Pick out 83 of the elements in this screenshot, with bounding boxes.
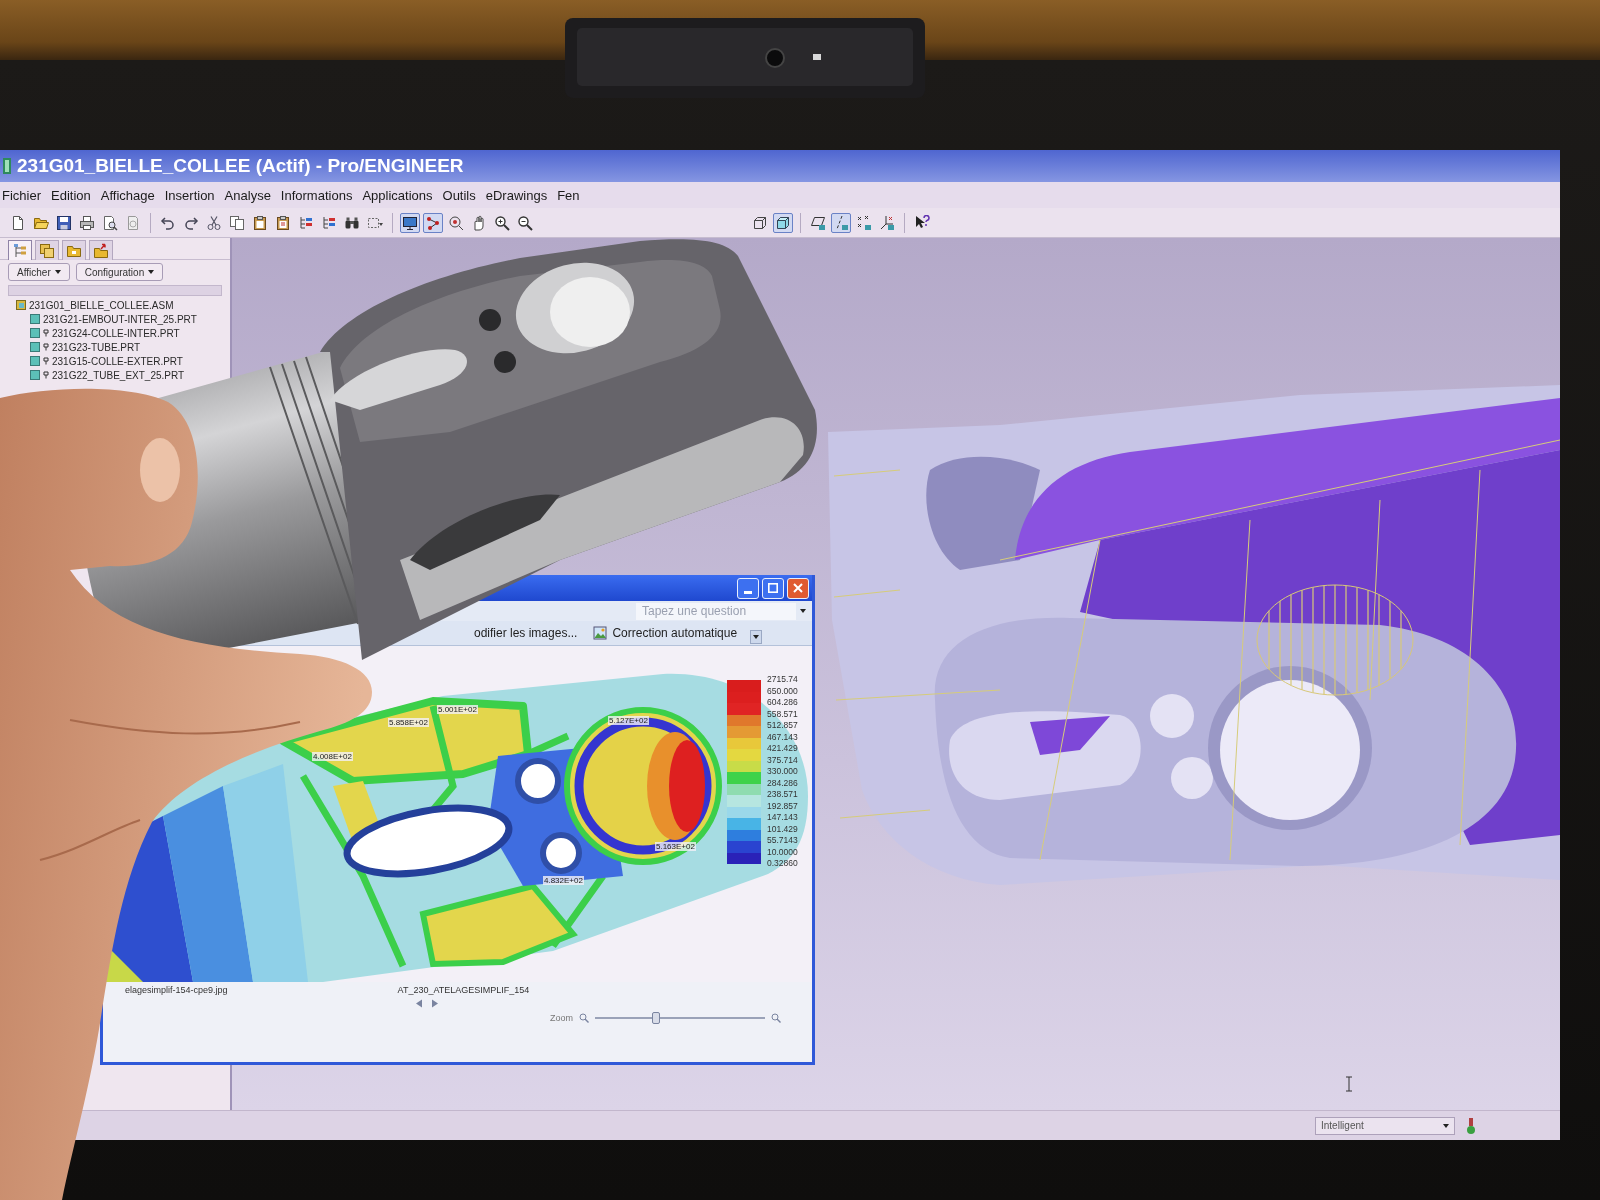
navigator-tab[interactable] bbox=[62, 240, 86, 260]
file-name: elagesimplif-154-cpe9.jpg bbox=[125, 985, 228, 995]
slider-thumb[interactable] bbox=[652, 1012, 661, 1024]
magnifier-icon[interactable] bbox=[579, 1013, 589, 1023]
previous-arrow-icon[interactable] bbox=[415, 999, 423, 1008]
assembly-icon bbox=[16, 300, 26, 310]
legend-value: 512.857 bbox=[767, 720, 798, 732]
menu-item[interactable]: Insertion bbox=[164, 187, 215, 203]
text-cursor-icon bbox=[1345, 1076, 1353, 1092]
folder-arrow-icon bbox=[93, 242, 109, 259]
legend-value: 421.429 bbox=[767, 743, 798, 755]
tree-item[interactable]: 231G15-COLLE-EXTER.PRT bbox=[52, 355, 183, 367]
legend-value: 0.32860 bbox=[767, 858, 798, 870]
hole bbox=[479, 309, 501, 331]
legend-value: 604.286 bbox=[767, 697, 798, 709]
plot-annotation: 5.858E+02 bbox=[388, 718, 429, 727]
caret-icon bbox=[148, 270, 155, 274]
legend-value: 2715.74 bbox=[767, 674, 798, 686]
legend-value: 375.714 bbox=[767, 754, 798, 766]
menu-item[interactable]: Informations bbox=[280, 187, 353, 203]
layers-icon bbox=[39, 242, 55, 259]
legend-value: 330.000 bbox=[767, 766, 798, 778]
plot-annotation: 4.008E+02 bbox=[312, 752, 353, 761]
menu-item[interactable]: eDrawings bbox=[485, 187, 548, 203]
menu-item[interactable]: Outils bbox=[442, 187, 476, 203]
legend-value: 558.571 bbox=[767, 708, 798, 720]
file-name: AT_230_ATELAGESIMPLIF_154 bbox=[397, 985, 530, 995]
tree-item[interactable]: 231G23-TUBE.PRT bbox=[52, 341, 141, 353]
dropdown-button[interactable]: Afficher bbox=[8, 263, 70, 281]
legend-value: 238.571 bbox=[767, 789, 798, 801]
menu-item[interactable]: Affichage bbox=[100, 187, 155, 203]
navigator-tab[interactable] bbox=[35, 240, 59, 260]
caret-icon bbox=[753, 635, 760, 639]
picture-icon bbox=[593, 626, 608, 640]
caret-icon[interactable] bbox=[800, 609, 806, 613]
legend-value: 10.0000 bbox=[767, 846, 798, 858]
status-light-icon bbox=[1467, 1117, 1475, 1134]
node-link-icon[interactable] bbox=[423, 212, 443, 233]
plot-annotation: 4.832E+02 bbox=[543, 876, 584, 885]
hole bbox=[494, 351, 516, 373]
menu-item[interactable]: Edition bbox=[51, 187, 91, 203]
tree-item[interactable]: 231G01_BIELLE_COLLEE.ASM bbox=[29, 299, 174, 311]
caret-icon bbox=[1443, 1123, 1449, 1128]
zoom-label: Zoom bbox=[550, 1013, 573, 1023]
legend-value: 467.143 bbox=[767, 731, 798, 743]
legend-value: 147.143 bbox=[767, 812, 798, 824]
minimize-icon bbox=[744, 590, 752, 594]
dropdown-button[interactable] bbox=[750, 630, 763, 644]
dropdown-button[interactable]: Configuration bbox=[75, 263, 164, 281]
menu-item[interactable]: Fichier bbox=[2, 187, 41, 203]
close-button[interactable] bbox=[787, 577, 809, 599]
plot-annotation: 5.127E+02 bbox=[608, 716, 649, 725]
tree-item[interactable]: 231G21-EMBOUT-INTER_25.PRT bbox=[43, 313, 197, 325]
plot-annotation: 5.001E+02 bbox=[437, 705, 478, 714]
navigator-tab[interactable] bbox=[8, 240, 32, 260]
legend-value: 284.286 bbox=[767, 777, 798, 789]
minimize-button[interactable] bbox=[737, 577, 759, 599]
caret-icon bbox=[54, 270, 61, 274]
legend-value: 192.857 bbox=[767, 800, 798, 812]
toolbar-button[interactable]: odifier les images... bbox=[471, 624, 581, 642]
legend-value: 650.000 bbox=[767, 685, 798, 697]
tree-item[interactable]: 231G22_TUBE_EXT_25.PRT bbox=[52, 369, 185, 381]
next-arrow-icon[interactable] bbox=[431, 999, 439, 1008]
maximize-icon bbox=[768, 583, 778, 593]
navigator-tab[interactable] bbox=[89, 240, 113, 260]
shaded-box-icon[interactable] bbox=[773, 212, 793, 233]
selection-filter-dropdown[interactable]: Intelligent bbox=[1315, 1116, 1455, 1135]
close-icon bbox=[793, 583, 803, 593]
plot-annotation: 5.163E+02 bbox=[655, 842, 696, 851]
magnifier-icon[interactable] bbox=[771, 1013, 781, 1023]
menu-item[interactable]: Fen bbox=[557, 187, 580, 203]
tree-icon bbox=[12, 242, 28, 259]
window-title: 231G01_BIELLE_COLLEE (Actif) - Pro/ENGINEER bbox=[17, 155, 464, 177]
question-field[interactable]: Tapez une question bbox=[636, 602, 796, 620]
legend-value: 55.7143 bbox=[767, 835, 798, 847]
menu-item[interactable]: Applications bbox=[362, 187, 433, 203]
toolbar-button[interactable]: Correction automatique bbox=[590, 624, 741, 642]
app-icon bbox=[3, 158, 11, 174]
menu-item[interactable]: Analyse bbox=[224, 187, 271, 203]
maximize-button[interactable] bbox=[762, 577, 784, 599]
tree-item[interactable]: 231G24-COLLE-INTER.PRT bbox=[52, 327, 180, 339]
legend-value: 101.429 bbox=[767, 823, 798, 835]
monitor-icon[interactable] bbox=[400, 212, 420, 233]
